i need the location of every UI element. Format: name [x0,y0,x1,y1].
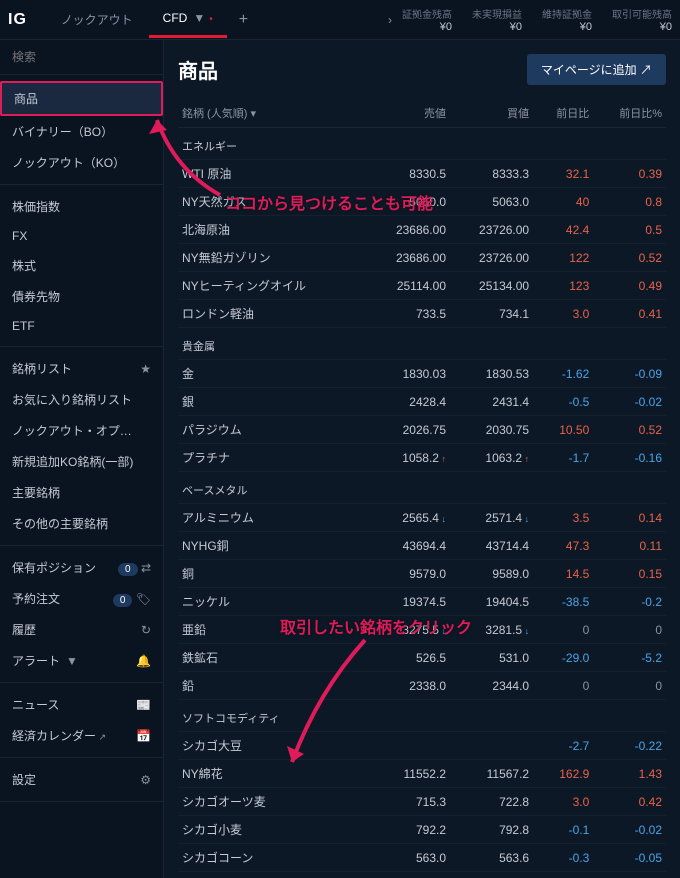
sidebar-item[interactable]: 新規追加KO銘柄(一部) [0,446,163,477]
table-row[interactable]: シカゴオーツ麦715.3722.83.00.42 [178,788,666,816]
sidebar-item[interactable]: その他の主要銘柄 [0,508,163,539]
sidebar-item[interactable]: ノックアウト・オプ… [0,415,163,446]
sidebar-item[interactable]: お気に入り銘柄リスト [0,384,163,415]
side-icon: 🏷 [136,592,151,606]
table-row[interactable]: シカゴ小麦792.2792.8-0.1-0.02 [178,816,666,844]
instruments-table: 銘柄 (人気順) ▾売値買値前日比前日比% エネルギーWTI 原油8330.58… [178,99,666,878]
tabs: ノックアウト CFD▼• + [47,1,382,38]
table-row[interactable]: 北海原油23686.0023726.0042.40.5 [178,216,666,244]
sidebar-item[interactable]: ETF [0,312,163,340]
group-header: ベースメタル [178,472,666,504]
badge: 0 [113,594,133,607]
table-row[interactable]: 銀2428.42431.4-0.5-0.02 [178,388,666,416]
side-icon: 📅 [136,729,151,743]
sidebar-item[interactable]: 債券先物 [0,281,163,312]
table-row[interactable]: NY天然ガス5060.05063.0400.8 [178,188,666,216]
side-icon: ⚙ [140,773,151,787]
table-row[interactable]: 鉄鉱石526.5531.0-29.0-5.2 [178,644,666,672]
sidebar-item[interactable]: ニュース 📰 [0,689,163,720]
chevron-right-icon[interactable]: › [388,13,392,27]
logo: IG [8,11,27,29]
sidebar-item[interactable]: 商品 [0,81,163,116]
table-row[interactable]: NY綿花11552.211567.2162.91.43 [178,760,666,788]
sidebar-item[interactable]: アラート▼ 🔔 [0,645,163,676]
table-row[interactable]: 鉛2338.02344.000 [178,672,666,700]
group-header: 貴金属 [178,328,666,360]
table-row[interactable]: アルミニウム2565.42571.43.50.14 [178,504,666,532]
main: 商品 マイページに追加 ↗ 銘柄 (人気順) ▾売値買値前日比前日比% エネルギ… [164,40,680,878]
table-row[interactable]: NYコーヒー20711.920731.9436.92.15 [178,872,666,878]
stat: 証拠金残高¥0 [402,6,452,33]
sidebar-item[interactable]: 設定 ⚙ [0,764,163,795]
stat: 未実現損益¥0 [472,6,522,33]
table-row[interactable]: ロンドン軽油733.5734.13.00.41 [178,300,666,328]
side-icon: ↻ [141,623,151,637]
sidebar-item[interactable]: 保有ポジション0 ⇄ [0,552,163,583]
column-header[interactable]: 銘柄 (人気順) ▾ [178,99,367,128]
header: IG ノックアウト CFD▼• + › 証拠金残高¥0未実現損益¥0維持証拠金¥… [0,0,680,40]
tab-knockout[interactable]: ノックアウト [47,1,147,38]
table-row[interactable]: 銅9579.09589.014.50.15 [178,560,666,588]
close-icon[interactable]: • [209,14,213,25]
side-icon: ⇄ [141,561,151,575]
chevron-down-icon: ▼ [193,11,205,25]
badge: 0 [118,563,138,576]
sidebar-item[interactable]: バイナリー（BO） [0,116,163,147]
table-row[interactable]: プラチナ1058.21063.2-1.7-0.16 [178,444,666,472]
page-title: 商品 [178,55,218,84]
table-row[interactable]: パラジウム2026.752030.7510.500.52 [178,416,666,444]
column-header[interactable]: 売値 [367,99,450,128]
table-row[interactable]: NYヒーティングオイル25114.0025134.001230.49 [178,272,666,300]
sidebar-item[interactable]: FX [0,222,163,250]
sidebar-item[interactable]: 銘柄リスト ★ [0,353,163,384]
stat: 取引可能残高¥0 [612,6,672,33]
add-to-mypage-button[interactable]: マイページに追加 ↗ [527,54,666,85]
column-header[interactable]: 前日比% [593,99,666,128]
sidebar-item[interactable]: 経済カレンダー 📅 [0,720,163,751]
stat: 維持証拠金¥0 [542,6,592,33]
table-row[interactable]: シカゴ大豆-2.7-0.22 [178,732,666,760]
sidebar-item[interactable]: 履歴 ↻ [0,614,163,645]
table-row[interactable]: ニッケル19374.519404.5-38.5-0.2 [178,588,666,616]
column-header[interactable]: 買値 [450,99,533,128]
sidebar-item[interactable]: 株式 [0,250,163,281]
table-row[interactable]: シカゴコーン563.0563.6-0.3-0.05 [178,844,666,872]
table-row[interactable]: NYHG銅43694.443714.447.30.11 [178,532,666,560]
search-input[interactable] [12,50,164,64]
group-header: ソフトコモディティ [178,700,666,732]
side-icon: ★ [140,362,151,376]
table-row[interactable]: WTI 原油8330.58333.332.10.39 [178,160,666,188]
tab-cfd[interactable]: CFD▼• [149,1,227,38]
search-row: 🔍 [0,40,163,75]
sidebar-item[interactable]: ノックアウト（KO） [0,147,163,178]
sidebar-item[interactable]: 予約注文0 🏷 [0,583,163,614]
header-stats: 証拠金残高¥0 未実現損益¥0 維持証拠金¥0 取引可能残高¥0 [402,6,672,33]
group-header: エネルギー [178,128,666,160]
side-icon: 📰 [136,698,151,712]
sidebar-item[interactable]: 主要銘柄 [0,477,163,508]
add-tab-button[interactable]: + [229,5,258,35]
table-row[interactable]: NY無鉛ガゾリン23686.0023726.001220.52 [178,244,666,272]
sidebar: 🔍 商品バイナリー（BO）ノックアウト（KO） 株価指数FX株式債券先物ETF … [0,40,164,878]
sidebar-item[interactable]: 株価指数 [0,191,163,222]
column-header[interactable]: 前日比 [533,99,593,128]
table-row[interactable]: 金1830.031830.53-1.62-0.09 [178,360,666,388]
table-row[interactable]: 亜鉛3275.53281.500 [178,616,666,644]
side-icon: 🔔 [136,654,151,668]
